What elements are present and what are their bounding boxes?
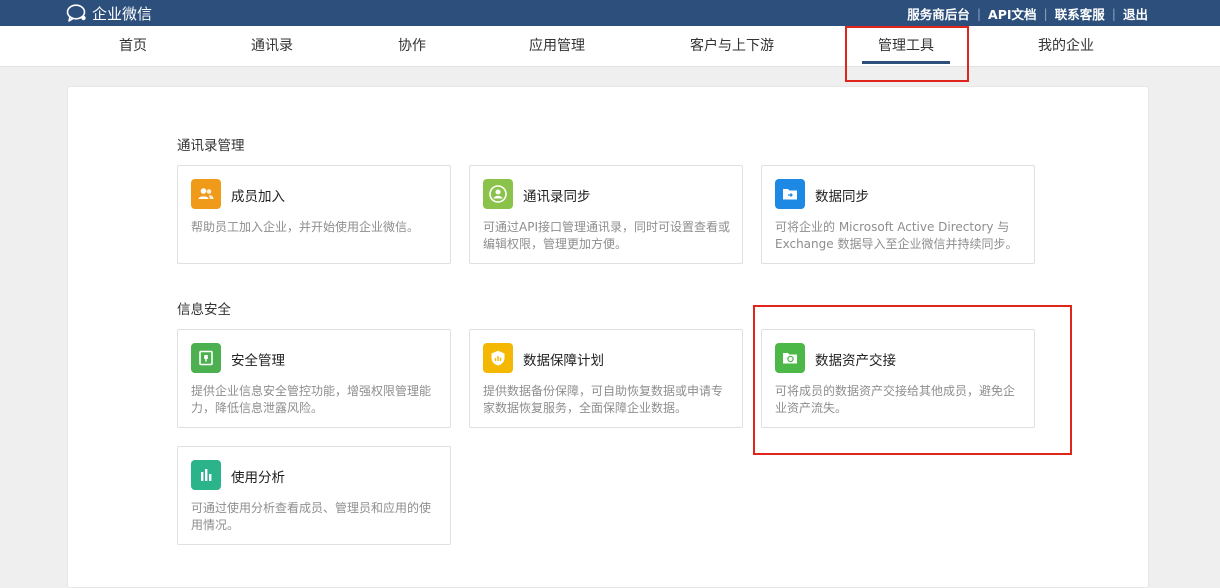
- card-data-sync[interactable]: 数据同步 可将企业的 Microsoft Active Directory 与 …: [761, 165, 1035, 264]
- card-icon-box: [483, 179, 513, 209]
- card-desc: 可将成员的数据资产交接给其他成员，避免企业资产流失。: [775, 384, 1016, 415]
- tab-management-tools[interactable]: 管理工具: [862, 26, 950, 66]
- card-security-management[interactable]: 安全管理 提供企业信息安全管控功能，增强权限管理能力，降低信息泄露风险。: [177, 329, 451, 428]
- folder-transfer-icon: [783, 353, 797, 364]
- card-desc: 可通过API接口管理通讯录，同时可设置查看或编辑权限，管理更加方便。: [483, 220, 730, 251]
- safe-icon: [199, 350, 213, 366]
- card-desc: 可通过使用分析查看成员、管理员和应用的使用情况。: [191, 501, 432, 532]
- folder-sync-icon: [783, 189, 797, 200]
- separator: |: [976, 5, 982, 21]
- logo-text: 企业微信: [92, 4, 153, 23]
- card-title: 安全管理: [231, 353, 285, 369]
- main-nav: 首页 通讯录 协作 应用管理 客户与上下游 管理工具 我的企业: [0, 26, 1220, 67]
- separator: |: [1043, 5, 1048, 21]
- card-contact-sync[interactable]: 通讯录同步 可通过API接口管理通讯录，同时可设置查看或编辑权限，管理更加方便。: [469, 165, 743, 264]
- link-api-docs[interactable]: API文档: [988, 4, 1037, 23]
- tab-my-enterprise[interactable]: 我的企业: [1038, 26, 1094, 66]
- link-provider-backend[interactable]: 服务商后台: [907, 4, 970, 23]
- card-member-join[interactable]: 成员加入 帮助员工加入企业，并开始使用企业微信。: [177, 165, 451, 264]
- tab-home[interactable]: 首页: [119, 26, 147, 66]
- card-title: 使用分析: [231, 470, 285, 486]
- card-data-protection-plan[interactable]: 数据保障计划 提供数据备份保障，可自助恢复数据或申请专家数据恢复服务，全面保障企…: [469, 329, 743, 428]
- section-title-contacts: 通讯录管理: [177, 138, 245, 154]
- users-icon: [198, 188, 214, 199]
- link-contact-support[interactable]: 联系客服: [1055, 4, 1105, 23]
- tab-contacts[interactable]: 通讯录: [251, 26, 293, 66]
- card-icon-box: [775, 179, 805, 209]
- card-desc: 提供企业信息安全管控功能，增强权限管理能力，降低信息泄露风险。: [191, 384, 432, 415]
- contact-sync-icon: [489, 185, 507, 203]
- top-bar: 企业微信 服务商后台 | API文档 | 联系客服 | 退出: [0, 0, 1220, 26]
- wecom-logo-icon: [66, 4, 86, 22]
- card-title: 数据资产交接: [815, 353, 896, 369]
- card-title: 通讯录同步: [523, 189, 591, 205]
- tab-collaboration[interactable]: 协作: [398, 26, 426, 66]
- card-icon-box: [191, 343, 221, 373]
- card-desc: 可将企业的 Microsoft Active Directory 与 Excha…: [775, 220, 1018, 251]
- link-logout[interactable]: 退出: [1123, 4, 1148, 23]
- card-title: 成员加入: [231, 189, 285, 205]
- card-title: 数据保障计划: [523, 353, 604, 369]
- top-links: 服务商后台 | API文档 | 联系客服 | 退出: [907, 0, 1148, 26]
- tab-app-management[interactable]: 应用管理: [529, 26, 585, 66]
- card-title: 数据同步: [815, 189, 869, 205]
- card-icon-box: [191, 179, 221, 209]
- shield-icon: [491, 350, 505, 366]
- card-icon-box: [191, 460, 221, 490]
- bar-chart-icon: [201, 469, 212, 481]
- card-usage-analysis[interactable]: 使用分析 可通过使用分析查看成员、管理员和应用的使用情况。: [177, 446, 451, 545]
- card-desc: 提供数据备份保障，可自助恢复数据或申请专家数据恢复服务，全面保障企业数据。: [483, 384, 724, 415]
- card-data-asset-handover[interactable]: 数据资产交接 可将成员的数据资产交接给其他成员，避免企业资产流失。: [761, 329, 1035, 428]
- card-icon-box: [483, 343, 513, 373]
- card-icon-box: [775, 343, 805, 373]
- separator: |: [1111, 5, 1116, 21]
- section-title-security: 信息安全: [177, 302, 231, 318]
- logo[interactable]: 企业微信: [66, 1, 152, 25]
- card-desc: 帮助员工加入企业，并开始使用企业微信。: [191, 220, 420, 234]
- tab-customers[interactable]: 客户与上下游: [690, 26, 774, 66]
